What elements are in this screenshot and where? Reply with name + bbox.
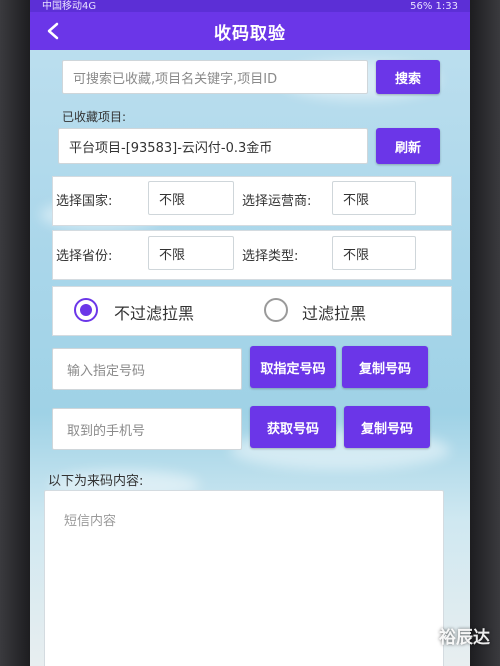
- search-button[interactable]: 搜索: [376, 60, 440, 94]
- radio-no-filter-blacklist[interactable]: [74, 298, 98, 322]
- carrier-label: 选择运营商:: [242, 194, 312, 209]
- get-specified-number-button[interactable]: 取指定号码: [250, 346, 336, 388]
- app-bar: 收码取验: [30, 12, 470, 50]
- copy-specified-number-button[interactable]: 复制号码: [342, 346, 428, 388]
- province-select[interactable]: 不限: [148, 236, 234, 270]
- favorites-select[interactable]: 平台项目-[93583]-云闪付-0.3金币: [58, 128, 368, 164]
- sms-content-placeholder: 短信内容: [64, 514, 117, 529]
- copy-phone-number-button[interactable]: 复制号码: [344, 406, 430, 448]
- country-label: 选择国家:: [56, 194, 113, 209]
- radio-filter-blacklist[interactable]: [264, 298, 288, 322]
- get-phone-number-button[interactable]: 获取号码: [250, 406, 336, 448]
- favorites-label: 已收藏项目:: [62, 110, 127, 124]
- app-screen: 中国移动4G 56% 1:33 收码取验 可搜索已收藏,项目名关键字,项目ID …: [30, 0, 470, 666]
- no-filter-blacklist-label[interactable]: 不过滤拉黑: [114, 300, 194, 324]
- filter-blacklist-label[interactable]: 过滤拉黑: [302, 300, 366, 324]
- sms-section-label: 以下为来码内容:: [48, 474, 144, 489]
- chevron-left-icon: [47, 22, 59, 40]
- back-button[interactable]: [42, 20, 64, 42]
- phone-number-field[interactable]: 取到的手机号: [52, 408, 242, 450]
- province-label: 选择省份:: [56, 249, 113, 264]
- page-title: 收码取验: [214, 23, 286, 44]
- search-input[interactable]: 可搜索已收藏,项目名关键字,项目ID: [62, 60, 368, 94]
- type-label: 选择类型:: [242, 249, 299, 264]
- refresh-button[interactable]: 刷新: [376, 128, 440, 164]
- type-select[interactable]: 不限: [332, 236, 416, 270]
- specified-number-input[interactable]: 输入指定号码: [52, 348, 242, 390]
- watermark-text: 裕辰达: [439, 628, 490, 648]
- carrier-select[interactable]: 不限: [332, 181, 416, 215]
- country-select[interactable]: 不限: [148, 181, 234, 215]
- blacklist-panel: [52, 286, 452, 336]
